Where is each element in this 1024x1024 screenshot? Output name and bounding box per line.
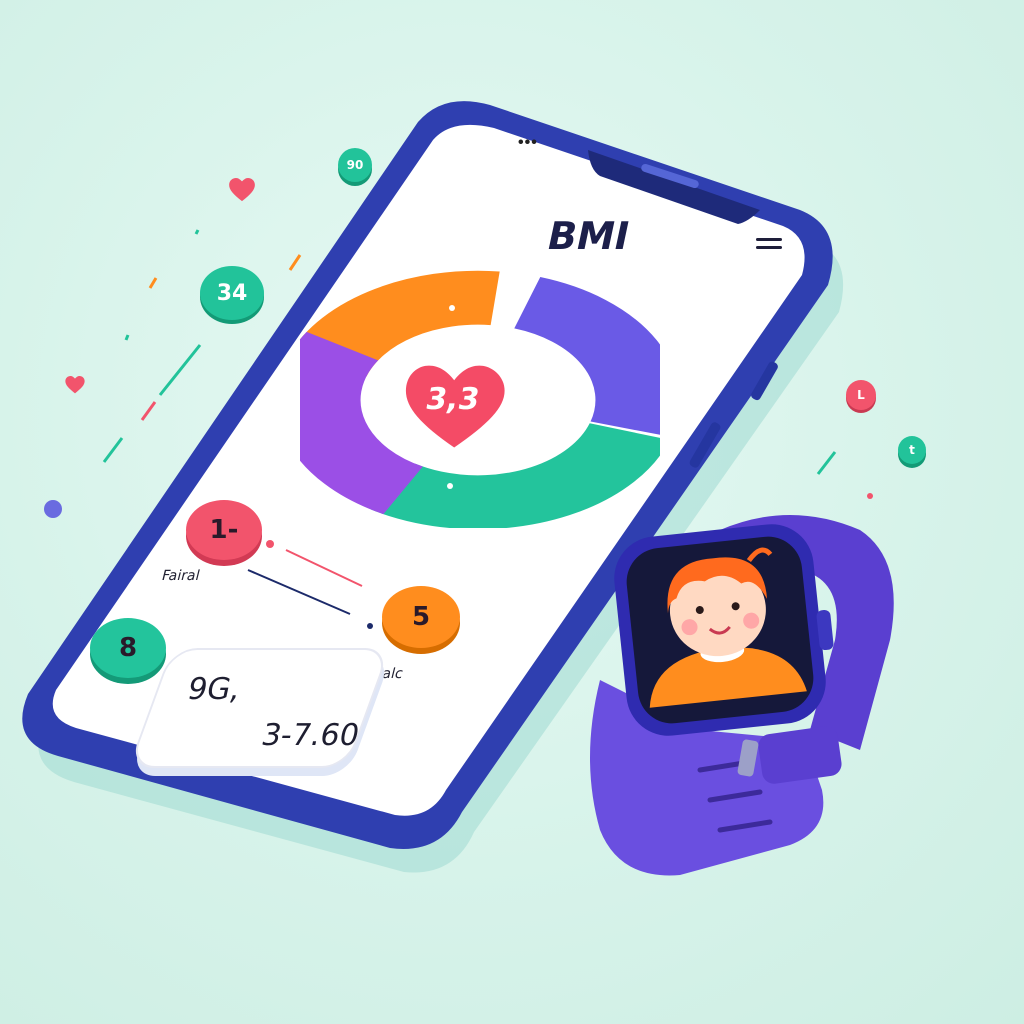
illustration-scene: 90 34 L t ••• BMI 3,3 1- 5 8 Fairal 9G, …: [0, 0, 1024, 1024]
smart-watch: [590, 515, 894, 876]
readout-value-a: 9G,: [184, 672, 244, 707]
label-left: Fairal: [160, 568, 202, 584]
readout-value-b: 3-7.60: [258, 718, 363, 753]
